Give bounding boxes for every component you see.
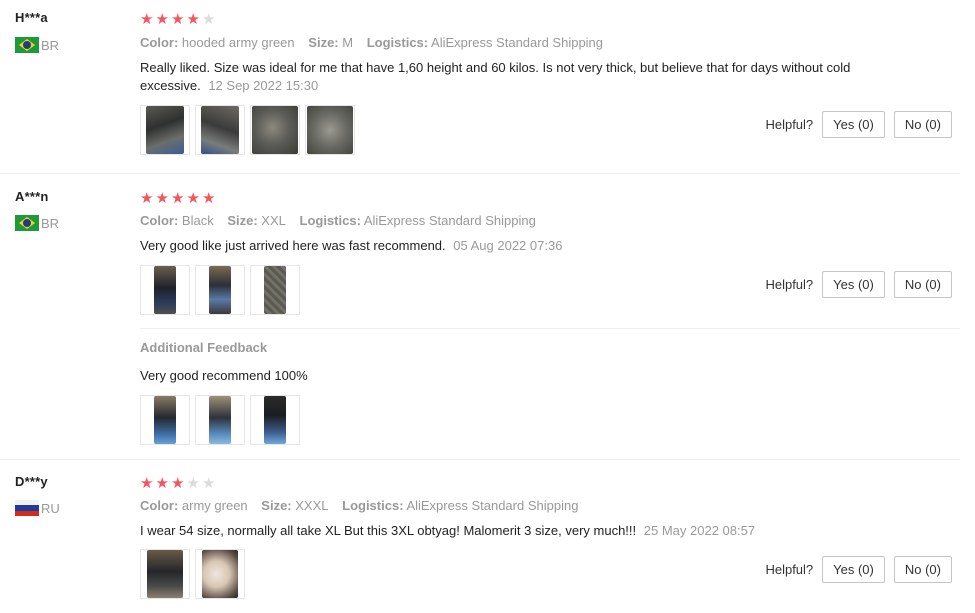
star-rating: ★ ★ ★ ★ ★: [140, 12, 218, 27]
size-value: M: [342, 35, 354, 50]
star-rating: ★ ★ ★ ★ ★: [140, 191, 218, 206]
additional-feedback-divider: [140, 328, 960, 329]
star-empty-icon: ★: [202, 475, 216, 492]
color-label: Color:: [140, 498, 179, 513]
review-photo-thumbnail[interactable]: [250, 265, 300, 315]
review-photo-thumbnail[interactable]: [195, 549, 245, 599]
review-date: 12 Sep 2022 15:30: [208, 78, 319, 93]
additional-feedback-title: Additional Feedback: [140, 340, 268, 355]
additional-feedback-text: Very good recommend 100%: [140, 368, 308, 383]
review-text: Really liked. Size was ideal for me that…: [140, 59, 870, 95]
country-code: BR: [41, 215, 60, 231]
helpful-label: Helpful?: [765, 562, 814, 577]
review-photo-thumbnail[interactable]: [140, 395, 190, 445]
star-empty-icon: ★: [202, 11, 216, 28]
logistics-label: Logistics:: [299, 213, 361, 228]
star-filled-icon: ★: [155, 475, 169, 492]
russia-flag-icon: [15, 500, 39, 516]
review-photo-thumbnail[interactable]: [305, 105, 355, 155]
reviewer-name: H***a: [15, 10, 48, 25]
helpful-no-button[interactable]: No (0): [893, 111, 952, 138]
review-photos: [140, 265, 300, 315]
star-filled-icon: ★: [186, 190, 200, 207]
helpful-vote: Helpful? Yes (0) No (0): [765, 556, 952, 583]
logistics-value: AliExpress Standard Shipping: [406, 498, 579, 513]
reviewer-name: D***y: [15, 474, 48, 489]
country-code: BR: [41, 37, 60, 53]
helpful-yes-button[interactable]: Yes (0): [822, 556, 885, 583]
review-photos: [140, 549, 245, 599]
review-body: I wear 54 size, normally all take XL But…: [140, 523, 637, 538]
star-filled-icon: ★: [140, 190, 154, 207]
brazil-flag-icon: [15, 215, 39, 231]
review-sku-info: Color: hooded army green Size: M Logisti…: [140, 35, 613, 50]
size-value: XXL: [261, 213, 286, 228]
review-date: 25 May 2022 08:57: [643, 523, 756, 538]
additional-feedback-photos: [140, 395, 300, 445]
helpful-no-button[interactable]: No (0): [893, 556, 952, 583]
helpful-yes-button[interactable]: Yes (0): [822, 271, 885, 298]
brazil-flag-icon: [15, 37, 39, 53]
review-divider: [0, 459, 960, 460]
color-value: army green: [181, 498, 248, 513]
review-photo-thumbnail[interactable]: [195, 265, 245, 315]
star-rating: ★ ★ ★ ★ ★: [140, 476, 218, 491]
helpful-no-button[interactable]: No (0): [893, 271, 952, 298]
color-label: Color:: [140, 213, 179, 228]
star-filled-icon: ★: [202, 190, 216, 207]
helpful-vote: Helpful? Yes (0) No (0): [765, 271, 952, 298]
star-empty-icon: ★: [186, 475, 200, 492]
star-filled-icon: ★: [171, 190, 185, 207]
review-sku-info: Color: Black Size: XXL Logistics: AliExp…: [140, 213, 546, 228]
review-text: Very good like just arrived here was fas…: [140, 237, 870, 255]
reviewer-country: BR: [15, 37, 59, 53]
helpful-label: Helpful?: [765, 117, 814, 132]
country-code: RU: [41, 500, 60, 516]
reviewer-name: A***n: [15, 189, 49, 204]
color-value: hooded army green: [181, 35, 295, 50]
helpful-yes-button[interactable]: Yes (0): [822, 111, 885, 138]
star-filled-icon: ★: [171, 11, 185, 28]
star-filled-icon: ★: [155, 190, 169, 207]
review-photo-thumbnail[interactable]: [140, 105, 190, 155]
review-body: Very good like just arrived here was fas…: [140, 238, 446, 253]
star-filled-icon: ★: [171, 475, 185, 492]
logistics-label: Logistics:: [342, 498, 404, 513]
size-value: XXXL: [295, 498, 329, 513]
logistics-value: AliExpress Standard Shipping: [363, 213, 536, 228]
size-label: Size:: [308, 35, 339, 50]
star-filled-icon: ★: [186, 11, 200, 28]
review-date: 05 Aug 2022 07:36: [453, 238, 563, 253]
star-filled-icon: ★: [140, 475, 154, 492]
reviewer-country: BR: [15, 215, 59, 231]
review-photo-thumbnail[interactable]: [250, 395, 300, 445]
review-photo-thumbnail[interactable]: [140, 265, 190, 315]
size-label: Size:: [227, 213, 258, 228]
review-photo-thumbnail[interactable]: [250, 105, 300, 155]
helpful-vote: Helpful? Yes (0) No (0): [765, 111, 952, 138]
star-filled-icon: ★: [140, 11, 154, 28]
reviewer-country: RU: [15, 500, 60, 516]
review-photo-thumbnail[interactable]: [195, 395, 245, 445]
review-sku-info: Color: army green Size: XXXL Logistics: …: [140, 498, 588, 513]
color-label: Color:: [140, 35, 179, 50]
review-photo-thumbnail[interactable]: [195, 105, 245, 155]
star-filled-icon: ★: [155, 11, 169, 28]
color-value: Black: [181, 213, 214, 228]
logistics-label: Logistics:: [366, 35, 429, 50]
size-label: Size:: [261, 498, 292, 513]
review-photos: [140, 105, 355, 155]
helpful-label: Helpful?: [765, 277, 814, 292]
review-text: I wear 54 size, normally all take XL But…: [140, 522, 870, 540]
logistics-value: AliExpress Standard Shipping: [431, 35, 604, 50]
review-photo-thumbnail[interactable]: [140, 549, 190, 599]
review-divider: [0, 173, 960, 174]
